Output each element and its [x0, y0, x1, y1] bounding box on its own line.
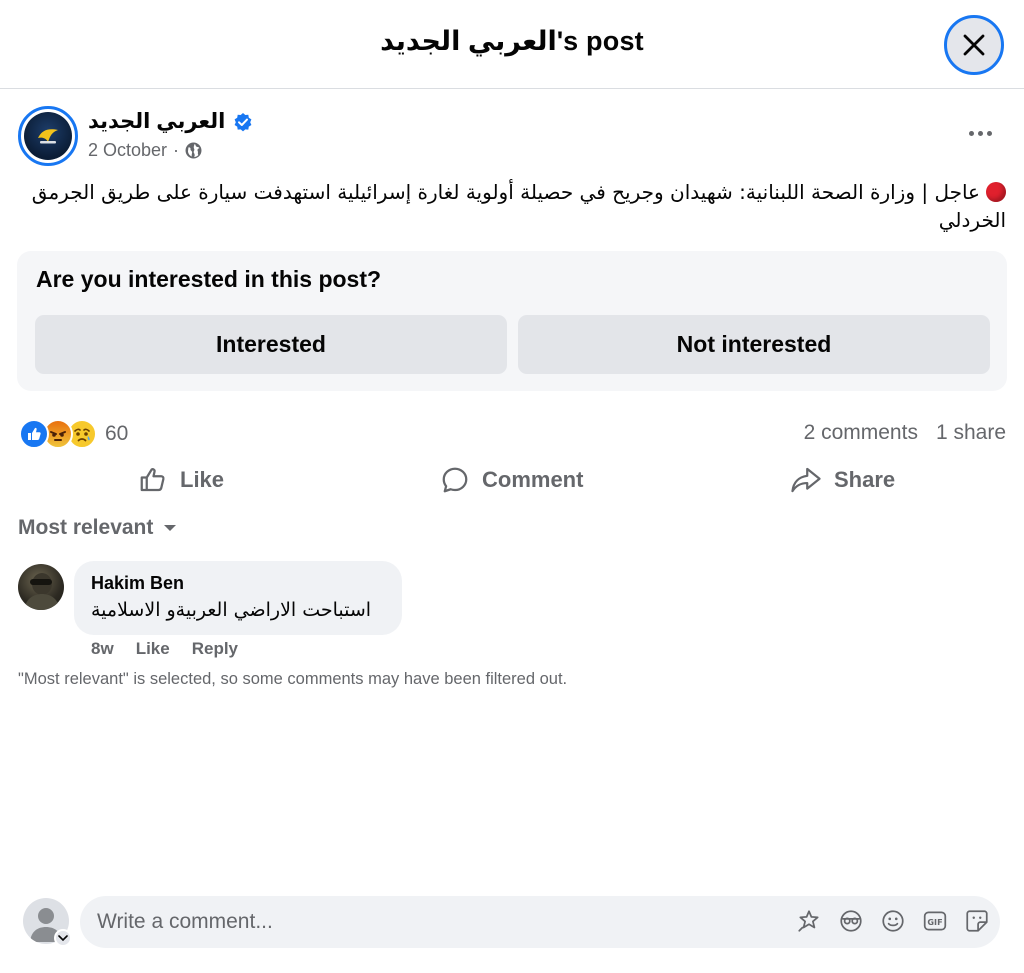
svg-text:GIF: GIF: [927, 917, 942, 927]
dialog-title: العربي الجديد's post: [380, 26, 644, 56]
page-name[interactable]: العربي الجديد: [88, 109, 225, 134]
post-meta: 2 October ·: [88, 140, 202, 161]
not-interested-button[interactable]: Not interested: [518, 315, 990, 374]
comment-reply-link[interactable]: Reply: [192, 639, 238, 659]
sticker-icon[interactable]: [964, 907, 990, 935]
more-dots-icon: [968, 130, 974, 136]
comments-count[interactable]: 2 comments: [804, 421, 918, 445]
engagement-counts: 2 comments 1 share: [804, 421, 1006, 445]
shares-count[interactable]: 1 share: [936, 421, 1006, 445]
composer-tools: GIF: [796, 907, 990, 935]
post-options-button[interactable]: [962, 120, 998, 146]
comment-author[interactable]: Hakim Ben: [91, 573, 385, 594]
commenter-avatar[interactable]: [18, 564, 64, 610]
page-avatar[interactable]: [18, 106, 78, 166]
caret-down-icon: [164, 525, 177, 531]
page-logo-icon: [24, 112, 72, 160]
comment-text: استباحت الاراضي العربيةو الاسلامية: [91, 599, 372, 621]
post-body: عاجل | وزارة الصحة اللبنانية: شهيدان وجر…: [18, 178, 1006, 234]
page-name-row: العربي الجديد: [88, 109, 253, 134]
gif-icon[interactable]: GIF: [922, 907, 948, 935]
comment-actions: 8w Like Reply: [91, 639, 238, 659]
globe-icon: [185, 142, 202, 159]
filter-note: "Most relevant" is selected, so some com…: [18, 670, 568, 688]
more-dot: [977, 130, 983, 136]
thumbs-up-icon: [140, 468, 165, 492]
share-label: Share: [834, 467, 896, 492]
like-label: Like: [180, 467, 225, 492]
like-reaction-icon: [19, 419, 49, 449]
post-date[interactable]: 2 October: [88, 140, 167, 161]
share-button[interactable]: Share: [790, 458, 895, 502]
avatar-sticker-icon[interactable]: [796, 907, 822, 935]
reaction-count: 60: [105, 422, 129, 445]
dialog-header: العربي الجديد's post: [0, 0, 1024, 89]
profile-switch-chevron-icon[interactable]: [54, 929, 72, 947]
close-button[interactable]: [944, 15, 1004, 75]
verified-badge-icon: [234, 112, 252, 131]
comment-age[interactable]: 8w: [91, 639, 114, 659]
interest-question: Are you interested in this post?: [36, 266, 382, 292]
comment-label: Comment: [482, 467, 584, 492]
post-body-text: عاجل | وزارة الصحة اللبنانية: شهيدان وجر…: [31, 180, 1006, 232]
share-arrow-icon: [791, 467, 821, 493]
reaction-summary[interactable]: 60: [19, 419, 128, 449]
interested-button[interactable]: Interested: [35, 315, 507, 374]
comment-button[interactable]: Comment: [440, 458, 583, 502]
camera-effects-icon[interactable]: [838, 907, 864, 935]
emoji-icon[interactable]: [880, 907, 906, 935]
comment-like-link[interactable]: Like: [136, 639, 170, 659]
comment-bubble-icon: [442, 467, 468, 493]
meta-separator: ·: [173, 140, 180, 160]
like-button[interactable]: Like: [138, 458, 224, 502]
sort-label: Most relevant: [18, 516, 154, 539]
interest-survey-card: Are you interested in this post? Interes…: [17, 251, 1007, 391]
close-icon: [963, 34, 985, 56]
comment-bubble: Hakim Ben استباحت الاراضي العربيةو الاسل…: [74, 561, 402, 635]
comment-sort-dropdown[interactable]: Most relevant: [18, 516, 177, 540]
more-dot: [986, 130, 992, 136]
red-circle-icon: [986, 182, 1006, 202]
